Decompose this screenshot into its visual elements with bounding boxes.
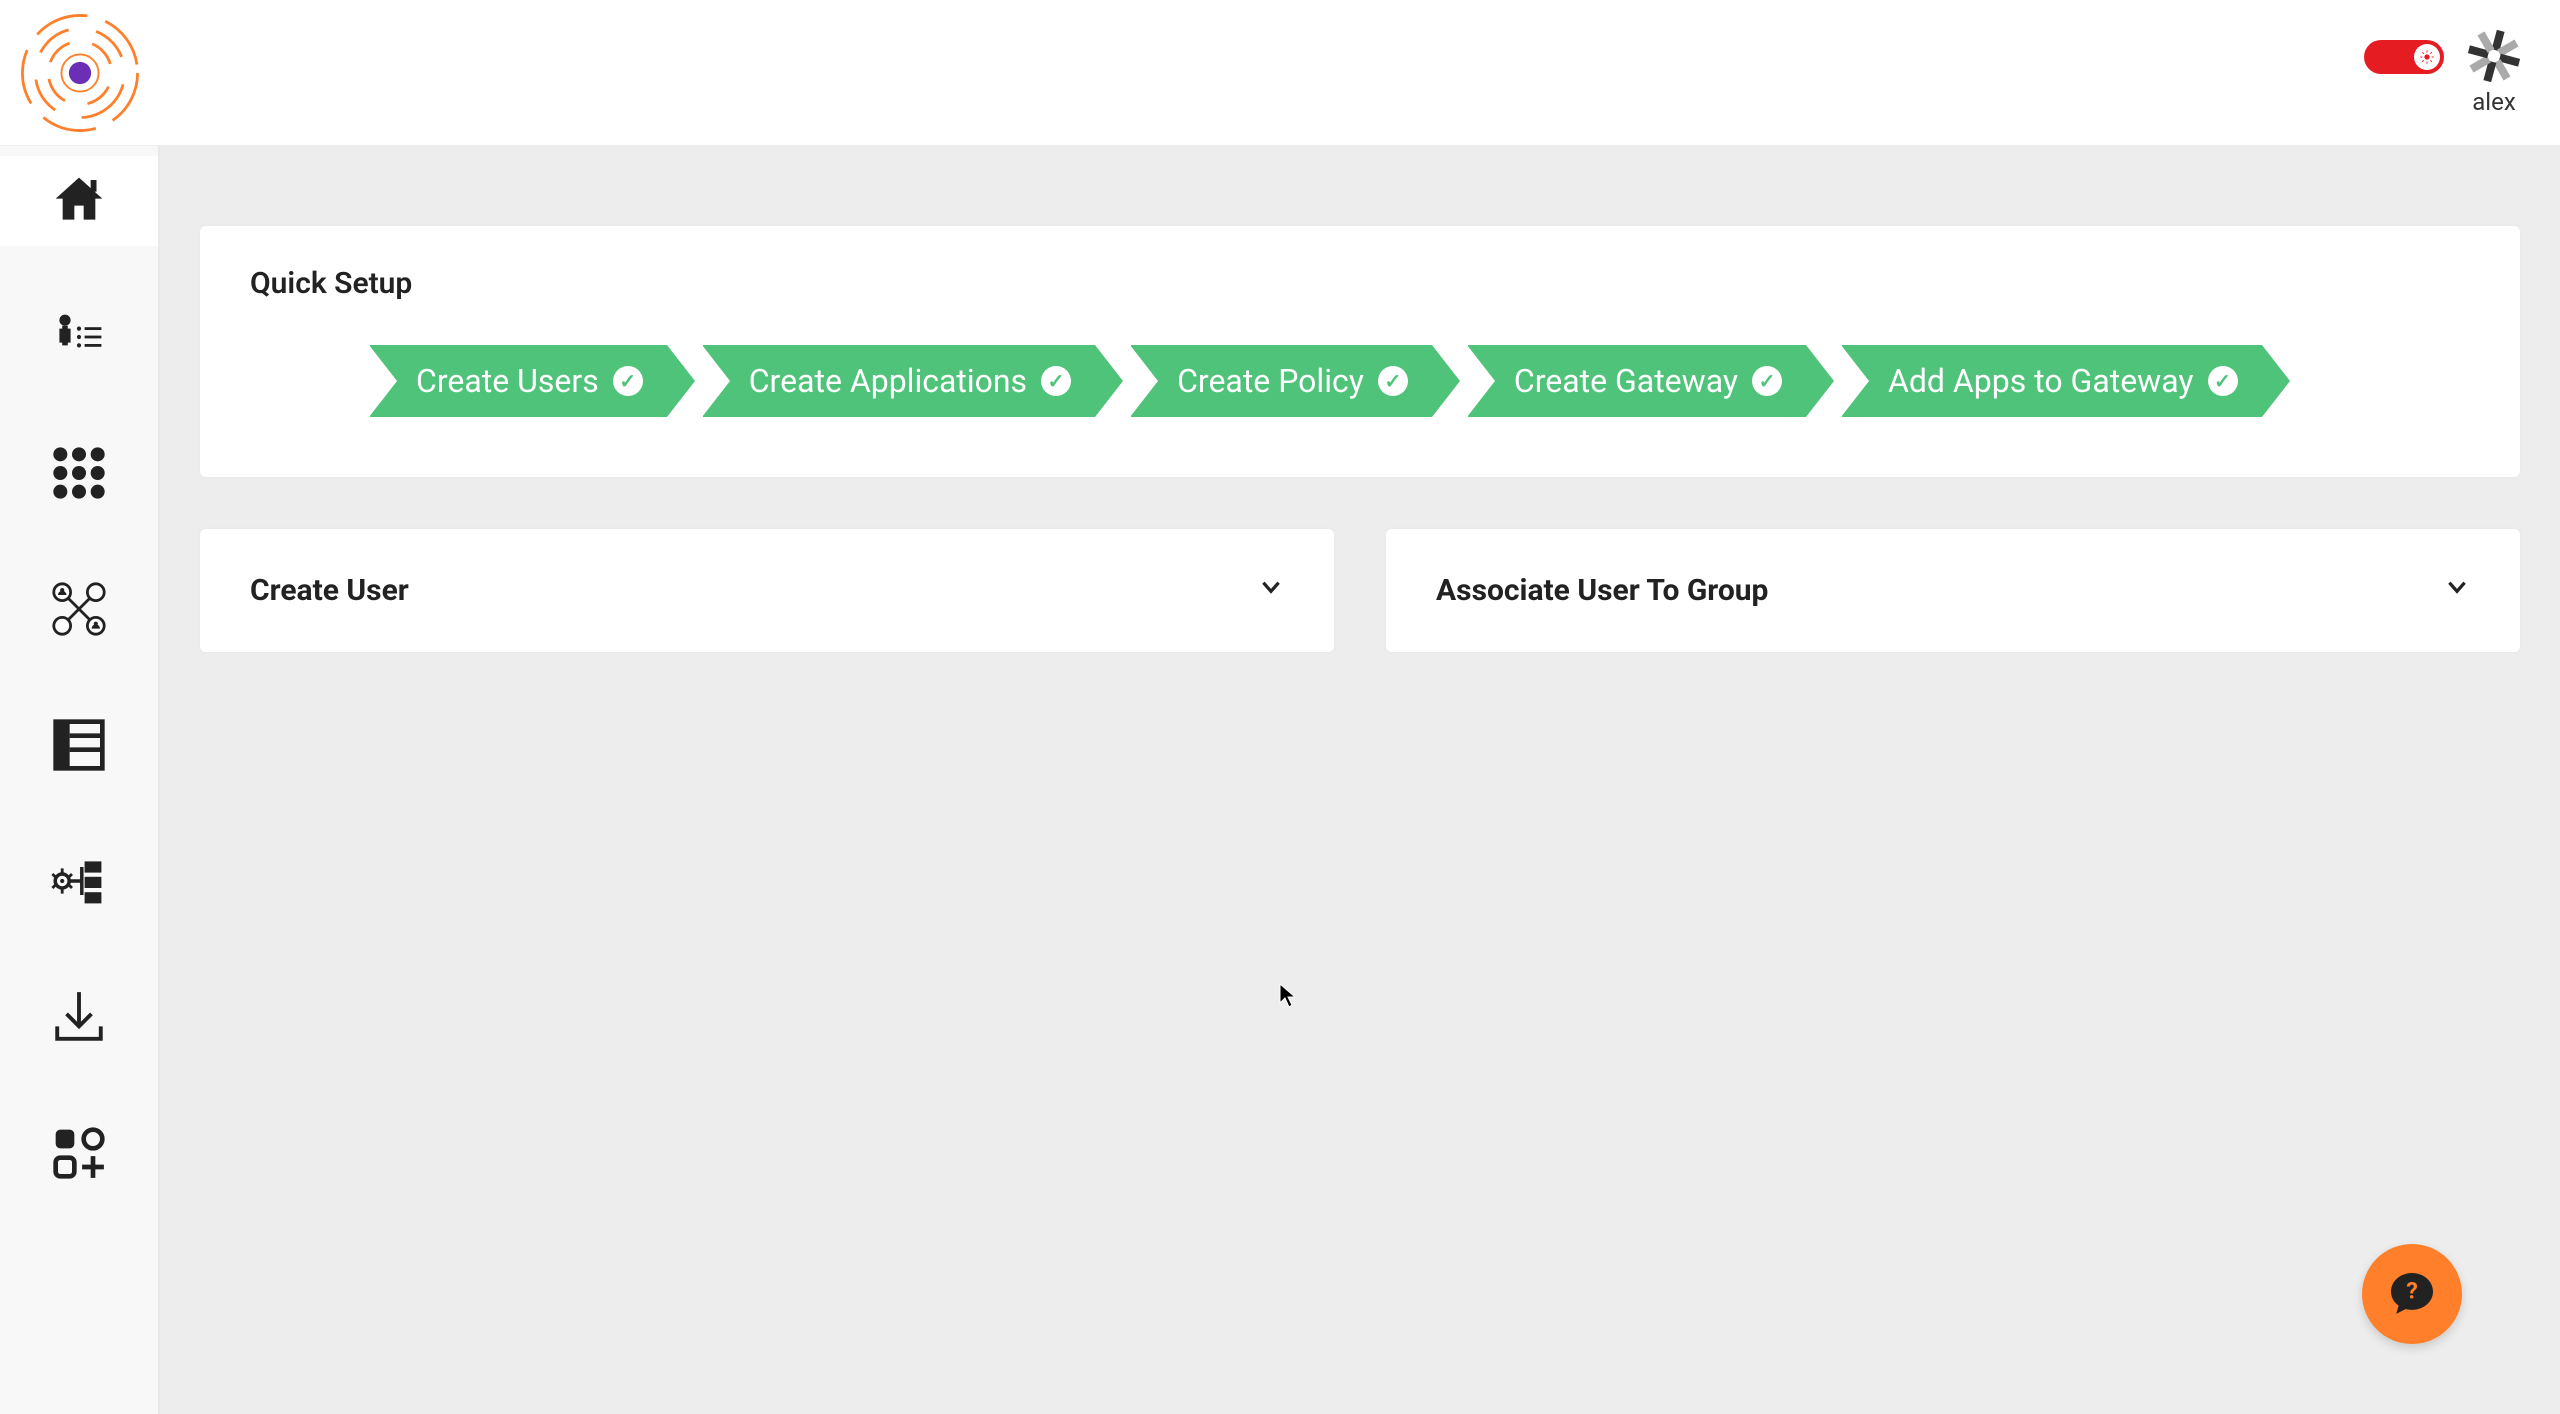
step-create-policy[interactable]: Create Policy ✓ — [1131, 345, 1432, 417]
create-user-panel[interactable]: Create User — [200, 529, 1334, 652]
user-menu[interactable]: alex — [2468, 30, 2520, 116]
associate-user-panel[interactable]: Associate User To Group — [1386, 529, 2520, 652]
sidebar-home[interactable] — [0, 156, 158, 246]
chevron-down-icon — [1258, 574, 1284, 607]
step-label: Create Policy — [1177, 362, 1364, 400]
sidebar-user-groups[interactable] — [0, 564, 158, 654]
step-label: Create Gateway — [1514, 362, 1738, 400]
layout-icon — [51, 717, 107, 773]
add-module-icon — [51, 1125, 107, 1181]
step-label: Add Apps to Gateway — [1888, 362, 2194, 400]
step-add-apps-gateway[interactable]: Add Apps to Gateway ✓ — [1842, 345, 2262, 417]
quick-setup-title: Quick Setup — [250, 266, 2470, 301]
chevron-down-icon — [2444, 574, 2470, 607]
check-icon: ✓ — [2208, 366, 2238, 396]
sidebar-add-module[interactable] — [0, 1108, 158, 1198]
quick-setup-card: Quick Setup Create Users ✓ Create Applic… — [200, 226, 2520, 477]
svg-text:?: ? — [2406, 1277, 2418, 1305]
check-icon: ✓ — [613, 366, 643, 396]
help-fab[interactable]: ? — [2362, 1244, 2462, 1344]
user-network-icon — [51, 581, 107, 637]
download-icon — [51, 989, 107, 1045]
username-label: alex — [2472, 88, 2516, 116]
grid-icon — [51, 445, 107, 501]
avatar — [2468, 30, 2520, 82]
settings-tree-icon — [51, 853, 107, 909]
app-logo[interactable] — [0, 0, 160, 146]
step-label: Create Applications — [749, 362, 1027, 400]
setup-steps-row: Create Users ✓ Create Applications ✓ Cre… — [250, 345, 2470, 417]
person-list-icon — [51, 309, 107, 365]
main-content: Quick Setup Create Users ✓ Create Applic… — [160, 146, 2560, 1414]
step-create-applications[interactable]: Create Applications ✓ — [703, 345, 1095, 417]
sidebar-policy[interactable] — [0, 700, 158, 790]
sidebar-settings-tree[interactable] — [0, 836, 158, 926]
help-chat-icon: ? — [2384, 1266, 2440, 1322]
home-icon — [51, 173, 107, 229]
panel-title: Create User — [250, 573, 409, 608]
step-create-users[interactable]: Create Users ✓ — [370, 345, 667, 417]
check-icon: ✓ — [1378, 366, 1408, 396]
panel-title: Associate User To Group — [1436, 573, 1768, 608]
toggle-knob — [2414, 44, 2440, 70]
theme-toggle[interactable] — [2364, 40, 2444, 74]
sidebar-apps-grid[interactable] — [0, 428, 158, 518]
app-header: alex — [0, 0, 2560, 146]
sidebar-users[interactable] — [0, 292, 158, 382]
sidebar-downloads[interactable] — [0, 972, 158, 1062]
check-icon: ✓ — [1752, 366, 1782, 396]
step-label: Create Users — [416, 362, 599, 400]
step-create-gateway[interactable]: Create Gateway ✓ — [1468, 345, 1806, 417]
sidebar — [0, 146, 160, 1414]
check-icon: ✓ — [1041, 366, 1071, 396]
